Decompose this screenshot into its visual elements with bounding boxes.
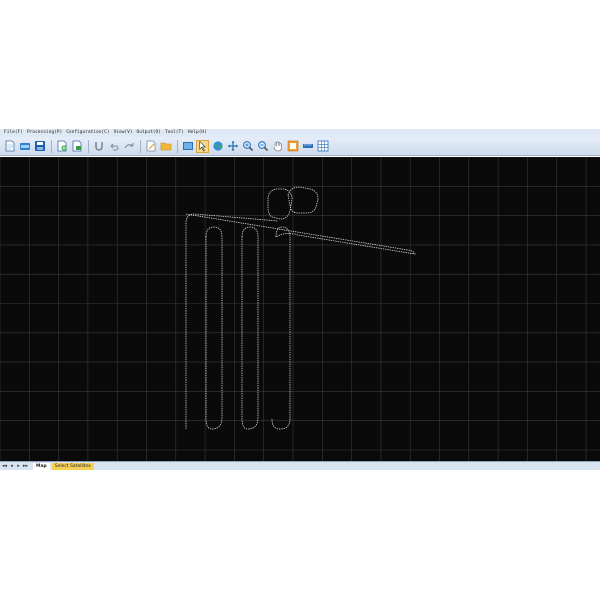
toolbar-separator (88, 139, 89, 153)
toolbar (0, 137, 600, 156)
menu-tool[interactable]: Tool(T) (165, 129, 184, 137)
bottom-tab-bar: ◂◂ ◂ ▸ ▸▸ Map Select Satellites (0, 461, 600, 470)
zoom-out-icon[interactable] (256, 140, 269, 153)
tab-nav-last[interactable]: ▸▸ (23, 462, 28, 470)
zoom-in-icon[interactable] (241, 140, 254, 153)
move-icon[interactable] (226, 140, 239, 153)
application-window: File(F) Processing(P) Configuration(C) V… (0, 129, 600, 470)
redo-icon[interactable] (122, 140, 135, 153)
tab-select-satellites[interactable]: Select Satellites (51, 462, 94, 470)
track-loop-2 (287, 186, 319, 214)
export-icon[interactable] (70, 140, 83, 153)
toolbar-separator (140, 139, 141, 153)
menu-configuration[interactable]: Configuration(C) (66, 129, 109, 137)
pan-hand-icon[interactable] (271, 140, 284, 153)
track-lane-4 (271, 226, 291, 430)
menu-processing[interactable]: Processing(P) (27, 129, 62, 137)
magnet-icon[interactable] (92, 140, 105, 153)
map-view-icon[interactable] (181, 140, 194, 153)
menu-output[interactable]: Output(O) (137, 129, 161, 137)
toolbar-separator (51, 139, 52, 153)
open-icon[interactable] (18, 140, 31, 153)
ruler-icon[interactable] (301, 140, 314, 153)
menu-view[interactable]: View(V) (114, 129, 133, 137)
add-file-icon[interactable] (55, 140, 68, 153)
undo-icon[interactable] (107, 140, 120, 153)
track-lane-1 (185, 213, 279, 429)
menu-bar: File(F) Processing(P) Configuration(C) V… (0, 129, 600, 137)
map-grid (0, 156, 600, 461)
toolbar-separator (177, 139, 178, 153)
menu-help[interactable]: Help(H) (188, 129, 207, 137)
edit-icon[interactable] (144, 140, 157, 153)
save-icon[interactable] (33, 140, 46, 153)
track-lane-2 (205, 226, 223, 430)
tab-nav-first[interactable]: ◂◂ (2, 462, 7, 470)
folder-icon[interactable] (159, 140, 172, 153)
globe-icon[interactable] (211, 140, 224, 153)
map-canvas[interactable] (0, 156, 600, 461)
tab-map[interactable]: Map (33, 462, 50, 470)
grid-icon[interactable] (316, 140, 329, 153)
tab-nav-prev[interactable]: ◂ (9, 462, 14, 470)
track-lane-3 (241, 226, 259, 430)
tab-nav-next[interactable]: ▸ (16, 462, 21, 470)
map-plot[interactable] (0, 156, 600, 461)
fit-icon[interactable] (286, 140, 299, 153)
menu-file[interactable]: File(F) (4, 129, 23, 137)
new-file-icon[interactable] (3, 140, 16, 153)
pointer-icon[interactable] (196, 139, 209, 153)
